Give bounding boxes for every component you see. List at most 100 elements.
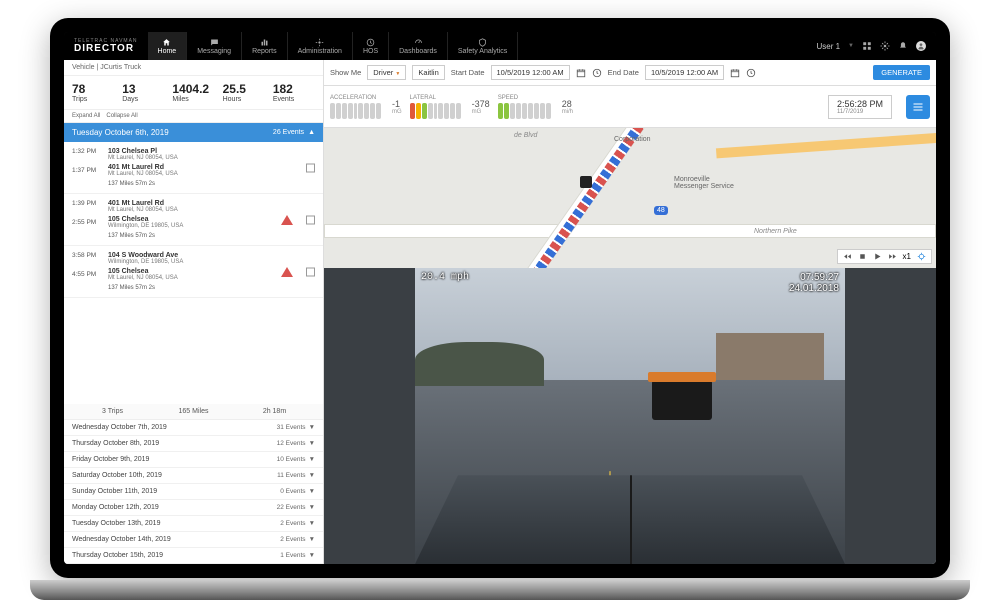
day-label: Thursday October 15th, 2019: [72, 552, 163, 559]
day-row[interactable]: Sunday October 11th, 20190 Events▼: [64, 484, 323, 500]
user-label[interactable]: User 1: [816, 42, 840, 51]
nav-safety[interactable]: Safety Analytics: [448, 32, 518, 60]
vehicle-marker-icon[interactable]: [580, 176, 592, 188]
driver-value[interactable]: Kaitlin: [412, 65, 444, 80]
day-row[interactable]: Thursday October 8th, 2019 12 Events▼: [64, 436, 323, 452]
day-row[interactable]: Friday October 9th, 201910 Events▼: [64, 452, 323, 468]
day-label: Monday October 12th, 2019: [72, 504, 159, 511]
active-day-events: 26 Events: [273, 129, 304, 136]
active-day-bar[interactable]: Tuesday October 6th, 2019 26 Events▲: [64, 123, 323, 142]
day-events: 2 Events: [280, 536, 305, 543]
laptop-base: [30, 580, 970, 600]
filter-bar: Show Me Driver ▼ Kaitlin Start Date 10/5…: [324, 60, 936, 86]
trip-row[interactable]: 1:32 PM1:37 PM 103 Chelsea PlMt Laurel, …: [64, 142, 323, 194]
trip-checkbox[interactable]: [306, 215, 315, 224]
showme-label: Show Me: [330, 68, 361, 77]
nav-hos[interactable]: HOS: [353, 32, 389, 60]
day-row[interactable]: Saturday October 10th, 201911 Events▼: [64, 468, 323, 484]
day-row[interactable]: Tuesday October 13th, 20192 Events▼: [64, 516, 323, 532]
right-panel: Show Me Driver ▼ Kaitlin Start Date 10/5…: [324, 60, 936, 564]
trip-checkbox[interactable]: [306, 267, 315, 276]
chevron-down-icon: ▼: [395, 71, 400, 77]
expand-all-link[interactable]: Expand All: [72, 113, 100, 119]
trip-summary: 137 Miles 57m 2s: [108, 285, 315, 291]
trip-summary: 137 Miles 57m 2s: [108, 233, 315, 239]
clock-icon[interactable]: [592, 68, 602, 78]
chevron-down-icon[interactable]: ▼: [848, 43, 854, 49]
map-road-label: Northern Pike: [754, 228, 797, 235]
play-icon[interactable]: [873, 252, 882, 261]
bell-icon[interactable]: [898, 41, 908, 51]
day-row[interactable]: Thursday October 15th, 20191 Events▼: [64, 548, 323, 564]
gear-icon[interactable]: [880, 41, 890, 51]
time-value: 2:56:28 PM: [837, 99, 883, 109]
calendar-icon[interactable]: [730, 68, 740, 78]
stat-trips: 78Trips: [68, 82, 118, 103]
playback-speed[interactable]: x1: [903, 252, 911, 261]
day-events: 12 Events: [277, 440, 306, 447]
chevron-down-icon: ▼: [309, 488, 315, 495]
trip-end-time: 2:55 PM: [72, 219, 104, 226]
day-label: Saturday October 10th, 2019: [72, 472, 162, 479]
map-playback-controls: x1: [837, 249, 932, 264]
forward-icon[interactable]: [888, 252, 897, 261]
nav-label: Home: [158, 48, 177, 55]
chevron-down-icon: ▼: [309, 440, 315, 447]
trip-end-time: 4:55 PM: [72, 271, 104, 278]
map-view[interactable]: Corporation Monroeville Messenger Servic…: [324, 128, 936, 268]
grid-icon[interactable]: [862, 41, 872, 51]
generate-button[interactable]: GENERATE: [873, 65, 930, 80]
chevron-down-icon: ▼: [309, 424, 315, 431]
trips-list: 1:32 PM1:37 PM 103 Chelsea PlMt Laurel, …: [64, 142, 323, 404]
nav-label: HOS: [363, 48, 378, 55]
day-events: 31 Events: [277, 424, 306, 431]
nav-reports[interactable]: Reports: [242, 32, 288, 60]
driver-select[interactable]: Driver ▼: [367, 65, 406, 80]
sum-time: 2h 18m: [234, 408, 315, 415]
day-events: 0 Events: [280, 488, 305, 495]
start-date-input[interactable]: 10/5/2019 12:00 AM: [491, 65, 570, 80]
day-events: 2 Events: [280, 520, 305, 527]
trip-start-time: 3:58 PM: [72, 252, 104, 259]
stat-days: 13Days: [118, 82, 168, 103]
day-row[interactable]: Wednesday October 7th, 201931 Events▼: [64, 420, 323, 436]
nav-messaging[interactable]: Messaging: [187, 32, 242, 60]
collapse-all-link[interactable]: Collapse All: [106, 113, 137, 119]
day-label: Thursday October 8th, 2019: [72, 440, 159, 447]
stop-icon[interactable]: [858, 252, 867, 261]
gauge-speed: SPEED: [498, 95, 551, 119]
warning-icon: [281, 215, 293, 225]
trip-checkbox[interactable]: [306, 163, 315, 172]
day-row[interactable]: Wednesday October 14th, 20192 Events▼: [64, 532, 323, 548]
nav-dashboards[interactable]: Dashboards: [389, 32, 448, 60]
clock-icon[interactable]: [746, 68, 756, 78]
day-events: 22 Events: [277, 504, 306, 511]
avatar-icon[interactable]: [916, 41, 926, 51]
cam-speed-overlay: 20.4 mph: [421, 272, 469, 283]
menu-button[interactable]: [906, 95, 930, 119]
map-poi: Corporation: [614, 136, 651, 143]
end-date-label: End Date: [608, 68, 639, 77]
gauge-bar: ACCELERATION -1mG LATERAL -378mG SPEED 2…: [324, 86, 936, 128]
nav-menu: Home Messaging Reports Administration HO…: [148, 32, 519, 60]
gauge-title: LATERAL: [410, 95, 461, 101]
nav-label: Messaging: [197, 48, 231, 55]
trip-row[interactable]: 1:39 PM2:55 PM 401 Mt Laurel RdMt Laurel…: [64, 194, 323, 246]
rewind-icon[interactable]: [843, 252, 852, 261]
end-date-input[interactable]: 10/5/2019 12:00 AM: [645, 65, 724, 80]
chevron-down-icon: ▼: [309, 520, 315, 527]
calendar-icon[interactable]: [576, 68, 586, 78]
sum-miles: 165 Miles: [153, 408, 234, 415]
day-events: 11 Events: [277, 472, 305, 479]
day-events: 10 Events: [277, 456, 306, 463]
nav-home[interactable]: Home: [148, 32, 188, 60]
chevron-down-icon: ▼: [309, 536, 315, 543]
vehicle-header[interactable]: Vehicle | JCurtis Truck: [64, 60, 323, 76]
nav-administration[interactable]: Administration: [288, 32, 353, 60]
gauge-speed-value: 28mi/h: [562, 99, 573, 115]
day-row[interactable]: Monday October 12th, 201922 Events▼: [64, 500, 323, 516]
dashcam-frame[interactable]: 20.4 mph 07:59:2724.01.2018: [415, 268, 845, 564]
trip-row[interactable]: 3:58 PM4:55 PM 104 S Woodward AveWilming…: [64, 246, 323, 298]
locate-icon[interactable]: [917, 252, 926, 261]
stats-row: 78Trips 13Days 1404.2Miles 25.5Hours 182…: [64, 76, 323, 110]
